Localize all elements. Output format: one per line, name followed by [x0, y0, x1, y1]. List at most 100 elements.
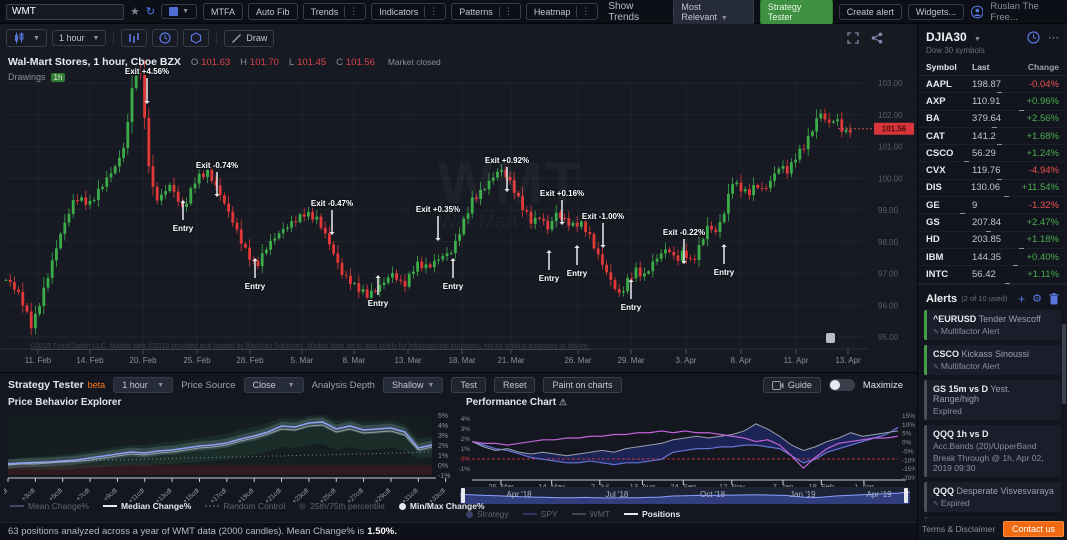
menu-dots-icon[interactable]: ⋮ [424, 6, 438, 17]
test-button[interactable]: Test [451, 377, 486, 393]
paint-on-charts-button[interactable]: Paint on charts [543, 377, 621, 393]
add-alert-icon[interactable]: + [1018, 292, 1025, 306]
timeline-brush[interactable]: Apr '18Jul '18Oct '18Jan '19Apr '19 [460, 487, 910, 504]
toolbar-button-auto-fib[interactable]: Auto Fib [248, 3, 298, 20]
legend-item-median-change-[interactable]: Median Change% [103, 501, 191, 511]
alerts-scrollbar[interactable] [1062, 324, 1066, 404]
alert-item[interactable]: CSCO Kickass Sinoussi✎Multifactor Alert [924, 345, 1061, 375]
candle-type-dropdown[interactable]: ▼ [6, 29, 47, 47]
price-behavior-chart[interactable]: 5%4%3%2%1%0%-1%+1cdl+3cdl+5cdl+7cdl+9cdl… [4, 411, 456, 511]
toolbar-button-trends[interactable]: Trends⋮ [303, 3, 367, 20]
svg-text:Exit -0.22%: Exit -0.22% [663, 228, 705, 237]
alert-item[interactable]: GS 15m vs D Yest. Range/highExpired [924, 380, 1061, 420]
user-avatar-icon[interactable] [971, 5, 984, 19]
candlestick-chart[interactable]: 103.00102.00101.00100.0099.0098.0097.009… [0, 50, 917, 372]
legend-item-positions[interactable]: Positions [624, 509, 680, 519]
legend-item-wmt[interactable]: WMT [572, 509, 610, 519]
guide-button[interactable]: Guide [763, 377, 821, 393]
legend-item-mean-change-[interactable]: Mean Change% [10, 501, 89, 511]
watchlist-menu-icon[interactable]: ⋯ [1048, 31, 1059, 44]
copyright-notice[interactable]: ©2019 TrendSpider LLC. Market data ©2019… [30, 343, 590, 350]
table-row[interactable]: HD203.85+1.18% [918, 232, 1067, 249]
terms-link[interactable]: Terms & Disclaimer [922, 524, 995, 534]
table-row[interactable]: CAT141.2+1.68% [918, 128, 1067, 145]
toolbar-button-patterns[interactable]: Patterns⋮ [451, 3, 521, 20]
interval-dropdown[interactable]: 1 hour▼ [52, 30, 106, 46]
alerts-settings-gear-icon[interactable]: ⚙ [1032, 292, 1042, 305]
alert-item[interactable]: QQQ Desperate Visvesvaraya✎Expired [924, 482, 1061, 512]
menu-dots-icon[interactable]: ⋮ [499, 6, 513, 17]
history-clock-icon[interactable] [1027, 31, 1040, 44]
change-cell: +0.96% [1024, 96, 1059, 107]
chart-canvas[interactable]: Wal-Mart Stores, 1 hour, Cboe BZX O 101.… [0, 50, 917, 372]
toolbar-button-heatmap[interactable]: Heatmap⋮ [526, 3, 599, 20]
compare-button[interactable] [121, 29, 147, 47]
svg-text:10%: 10% [902, 422, 915, 429]
maximize-toggle[interactable] [829, 379, 855, 391]
brush-handle-left[interactable] [461, 488, 465, 503]
drawings-label: Drawings [8, 72, 46, 82]
table-row[interactable]: CVX119.76-4.94% [918, 162, 1067, 179]
svg-text:Exit -1.00%: Exit -1.00% [582, 212, 624, 221]
toolbar-button-mtfa[interactable]: MTFA [203, 3, 243, 20]
brush-date-label: Jan '19 [790, 490, 816, 499]
time-ranges-button[interactable] [152, 29, 178, 47]
table-row[interactable]: AAPL198.87-0.04% [918, 76, 1067, 93]
share-icon[interactable] [871, 32, 883, 44]
user-name[interactable]: Ruslan The Free... [990, 1, 1061, 23]
svg-text:5%: 5% [438, 413, 448, 420]
menu-dots-icon[interactable]: ⋮ [344, 6, 358, 17]
legend-item-25th-75th-percentile[interactable]: 25th/75th percentile [299, 501, 385, 511]
change-cell: -1.32% [1024, 200, 1059, 211]
performance-chart-title: Performance Chart ⚠ [466, 397, 567, 408]
last-price-cell: 56.29 [972, 148, 1024, 159]
svg-text:18. Mar: 18. Mar [448, 356, 475, 365]
toolbar-button-indicators[interactable]: Indicators⋮ [371, 3, 446, 20]
contact-us-button[interactable]: Contact us [1003, 521, 1064, 537]
svg-text:+1cdl: +1cdl [4, 487, 10, 503]
legend-item-spy[interactable]: SPY [523, 509, 558, 519]
price-source-dropdown[interactable]: Close▼ [244, 377, 304, 393]
watchlist-title-dropdown[interactable]: DJIA30 ▼ [926, 30, 981, 44]
create-alert-button[interactable]: Create alert [839, 4, 902, 20]
refresh-icon[interactable]: ↻ [146, 5, 155, 18]
performance-chart[interactable]: 15%10%5%0%-5%-10%-15%-20%4%3%2%1%0%-1%26… [458, 411, 915, 489]
svg-text:-10%: -10% [902, 457, 915, 464]
table-row[interactable]: DIS130.06+11.54% [918, 180, 1067, 197]
strategy-tester-button[interactable]: Strategy Tester [760, 0, 833, 25]
table-row[interactable]: IBM144.35+0.40% [918, 249, 1067, 266]
brush-handle-right[interactable] [904, 488, 908, 503]
tester-interval-dropdown[interactable]: 1 hour▼ [113, 377, 173, 393]
brush-date-label: Oct '18 [700, 490, 725, 499]
trash-icon[interactable] [1049, 293, 1059, 305]
fullscreen-icon[interactable] [847, 32, 859, 44]
reset-button[interactable]: Reset [494, 377, 536, 393]
svg-text:3%: 3% [438, 433, 448, 440]
legend-item-strategy[interactable]: Strategy [466, 509, 509, 519]
alert-item[interactable]: QQQ 1h vs DAcc.Bands (20)/UpperBandBreak… [924, 425, 1061, 477]
shapes-button[interactable] [183, 29, 209, 47]
alert-item[interactable]: ^EURUSD Tender Wescoff✎Multifactor Alert [924, 310, 1061, 340]
svg-text:103.00: 103.00 [878, 79, 903, 88]
svg-text:1%: 1% [461, 446, 471, 453]
table-row[interactable]: INTC56.42+1.11% [918, 266, 1067, 283]
line-marker-icon [103, 505, 117, 507]
menu-dots-icon[interactable]: ⋮ [576, 6, 590, 17]
table-row[interactable]: CSCO56.29+1.24% [918, 145, 1067, 162]
widgets-button[interactable]: Widgets... [908, 4, 964, 20]
table-row[interactable]: GS207.84+2.47% [918, 214, 1067, 231]
symbol-search-input[interactable] [6, 4, 124, 20]
favorite-star-icon[interactable]: ★ [130, 5, 140, 18]
brush-date-label: Jul '18 [606, 490, 629, 499]
drawings-timeframe-badge[interactable]: 1h [51, 73, 66, 82]
table-row[interactable]: AXP110.91+0.96% [918, 93, 1067, 110]
warning-icon[interactable]: ⚠ [559, 397, 567, 407]
table-row[interactable]: GE9-1.32% [918, 197, 1067, 214]
draw-button[interactable]: Draw [224, 30, 274, 47]
table-row[interactable]: BA379.64+2.56% [918, 111, 1067, 128]
relevance-dropdown[interactable]: Most Relevant▼ [673, 0, 754, 25]
chart-style-dropdown[interactable]: ▼ [161, 4, 197, 19]
analysis-depth-dropdown[interactable]: Shallow▼ [383, 377, 443, 393]
alert-title: QQQ 1h vs D [933, 429, 1055, 439]
legend-item-random-control[interactable]: Random Control [205, 501, 285, 511]
